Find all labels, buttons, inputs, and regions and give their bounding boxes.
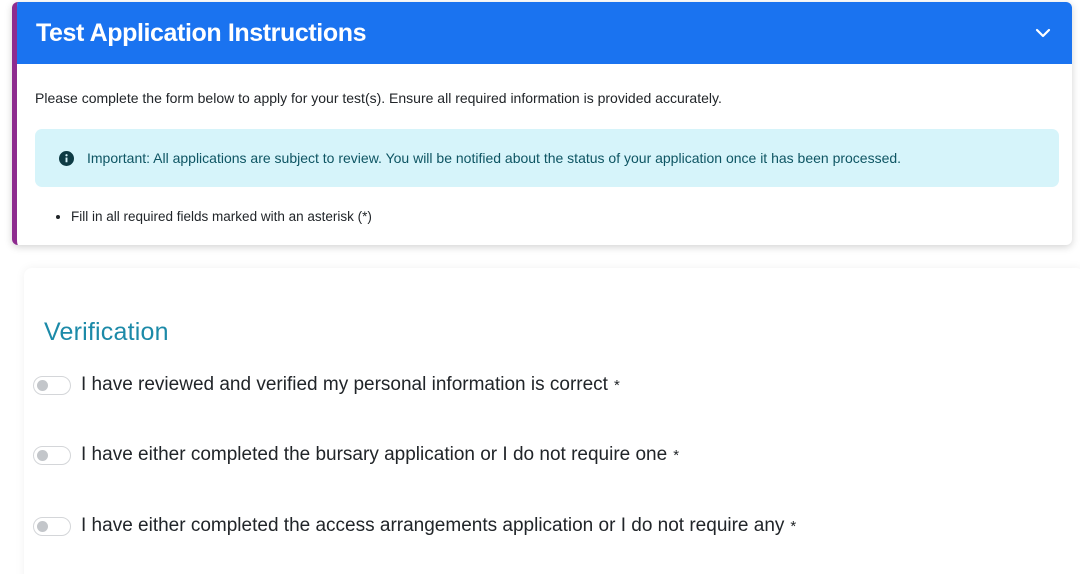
personal-info-toggle[interactable] bbox=[33, 375, 71, 395]
toggle-knob bbox=[37, 520, 48, 532]
required-asterisk: * bbox=[613, 376, 620, 394]
bursary-toggle[interactable] bbox=[33, 445, 71, 465]
toggle-knob bbox=[37, 449, 48, 461]
verification-card: Verification I have reviewed and verifie… bbox=[24, 268, 1080, 574]
page: Test Application Instructions Please com… bbox=[0, 0, 1080, 574]
chevron-down-icon[interactable] bbox=[1032, 22, 1054, 44]
verification-item-personal-info: I have reviewed and verified my personal… bbox=[33, 374, 620, 396]
required-asterisk: * bbox=[790, 517, 797, 535]
required-asterisk: * bbox=[673, 446, 680, 464]
important-alert: Important: All applications are subject … bbox=[35, 129, 1059, 187]
verification-title: Verification bbox=[44, 318, 169, 346]
bursary-label: I have either completed the bursary appl… bbox=[81, 444, 668, 465]
alert-text: Important: All applications are subject … bbox=[87, 150, 902, 166]
info-circle-icon bbox=[59, 150, 74, 166]
instructions-header[interactable]: Test Application Instructions bbox=[17, 2, 1072, 64]
list-item: Fill in all required fields marked with … bbox=[71, 208, 1059, 226]
verification-item-access-arrangements: I have either completed the access arran… bbox=[33, 515, 796, 537]
instructions-body: Please complete the form below to apply … bbox=[17, 89, 1072, 226]
access-arrangements-label: I have either completed the access arran… bbox=[81, 515, 785, 536]
toggle-knob bbox=[37, 379, 48, 391]
personal-info-label: I have reviewed and verified my personal… bbox=[81, 374, 608, 395]
instructions-intro: Please complete the form below to apply … bbox=[35, 90, 722, 106]
instructions-card: Test Application Instructions Please com… bbox=[12, 2, 1072, 245]
verification-item-bursary: I have either completed the bursary appl… bbox=[33, 444, 679, 466]
access-arrangements-toggle[interactable] bbox=[33, 516, 71, 536]
instructions-title: Test Application Instructions bbox=[36, 18, 367, 47]
instructions-list: Fill in all required fields marked with … bbox=[35, 208, 1059, 226]
